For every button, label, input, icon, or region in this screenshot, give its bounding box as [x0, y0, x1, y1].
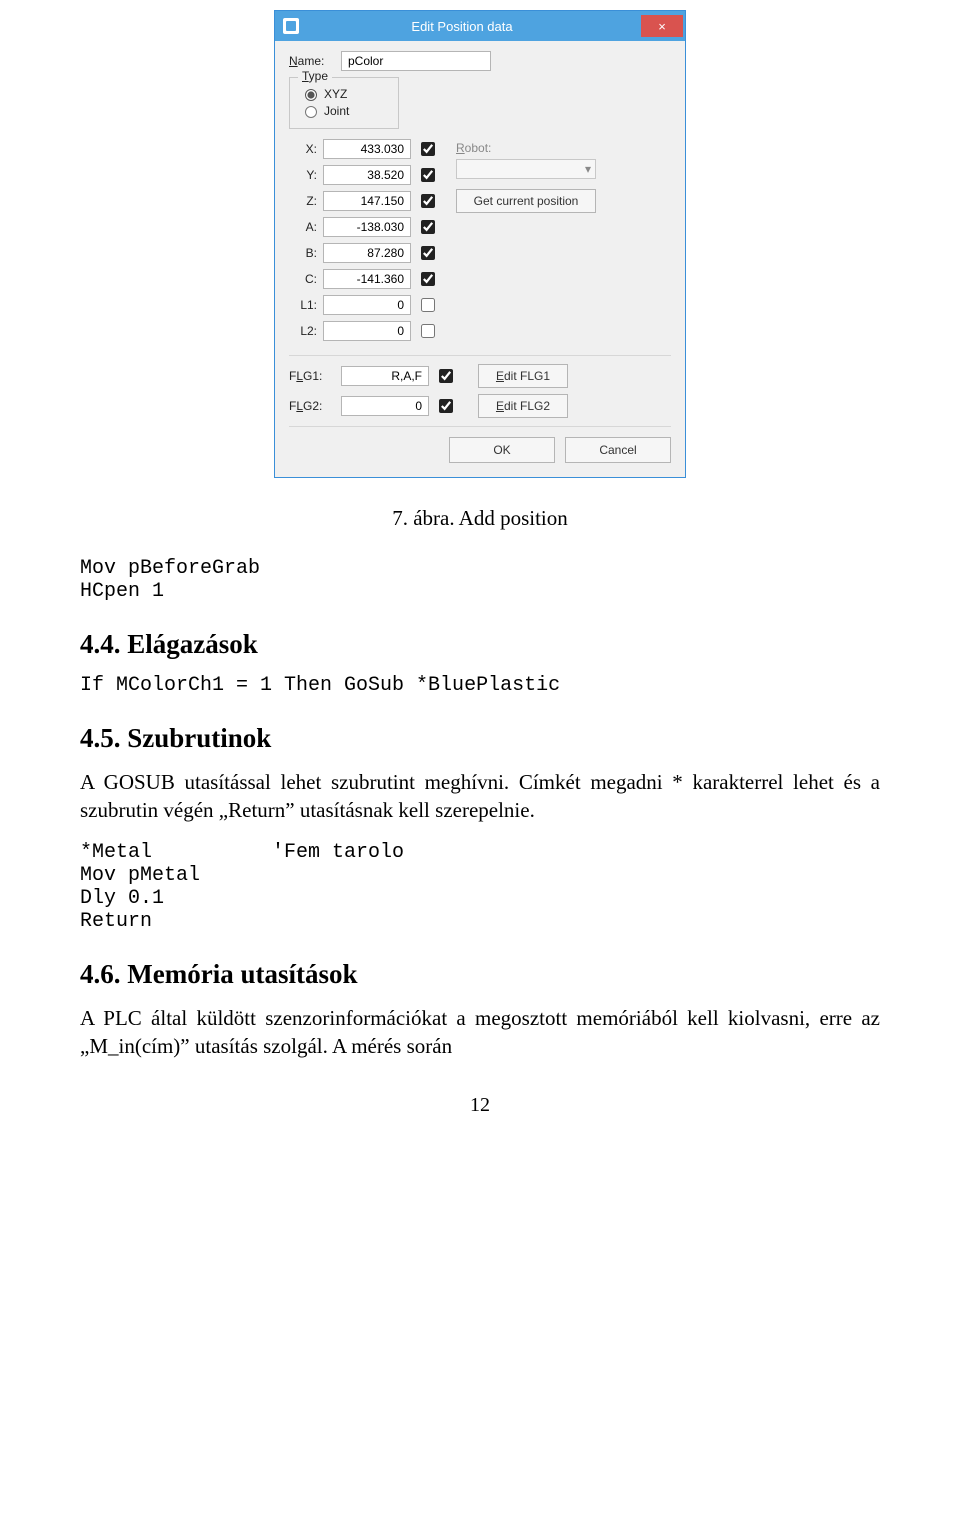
- edit-flg1-button[interactable]: Edit FLG1: [478, 364, 568, 388]
- coord-row: Y:: [289, 165, 438, 185]
- cancel-button[interactable]: Cancel: [565, 437, 671, 463]
- coord-row: L1:: [289, 295, 438, 315]
- cancel-label: Cancel: [599, 443, 636, 457]
- coord-label: Y:: [289, 168, 317, 182]
- paragraph-4-5: A GOSUB utasítással lehet szubrutint meg…: [80, 768, 880, 825]
- radio-xyz-input[interactable]: [305, 89, 317, 101]
- figure-caption: 7. ábra. Add position: [80, 506, 880, 531]
- coord-input[interactable]: [323, 139, 411, 159]
- section-4-5-heading: 4.5. Szubrutinok: [80, 723, 880, 754]
- paragraph-4-6: A PLC által küldött szenzorinformációkat…: [80, 1004, 880, 1061]
- flg1-field[interactable]: [341, 366, 429, 386]
- coord-checkbox[interactable]: [421, 324, 435, 338]
- flg1-checkbox[interactable]: [439, 369, 453, 383]
- coord-label: X:: [289, 142, 317, 156]
- robot-label: Robot:: [456, 141, 491, 155]
- coord-input[interactable]: [323, 321, 411, 341]
- get-current-position-button[interactable]: Get current position: [456, 189, 596, 213]
- coord-label: A:: [289, 220, 317, 234]
- code-block-1: Mov pBeforeGrab HCpen 1: [80, 557, 880, 603]
- chevron-down-icon: ▾: [585, 162, 591, 176]
- flg1-label: FLG1:: [289, 369, 335, 383]
- robot-select[interactable]: ▾: [456, 159, 596, 179]
- coord-checkbox[interactable]: [421, 220, 435, 234]
- coord-checkbox[interactable]: [421, 168, 435, 182]
- coord-label: L1:: [289, 298, 317, 312]
- coord-row: X:: [289, 139, 438, 159]
- close-button[interactable]: ×: [641, 15, 683, 37]
- close-icon: ×: [658, 19, 666, 34]
- coord-checkbox[interactable]: [421, 194, 435, 208]
- dialog-screenshot: Edit Position data × Name: Type XYZ: [80, 10, 880, 478]
- coord-label: C:: [289, 272, 317, 286]
- type-group: Type XYZ Joint: [289, 77, 399, 129]
- edit-position-dialog: Edit Position data × Name: Type XYZ: [274, 10, 686, 478]
- flg2-checkbox[interactable]: [439, 399, 453, 413]
- code-block-3: *Metal 'Fem tarolo Mov pMetal Dly 0.1 Re…: [80, 841, 880, 933]
- type-group-label: Type: [298, 69, 332, 83]
- section-4-6-heading: 4.6. Memória utasítások: [80, 959, 880, 990]
- section-4-4-heading: 4.4. Elágazások: [80, 629, 880, 660]
- coord-checkbox[interactable]: [421, 246, 435, 260]
- name-field[interactable]: [341, 51, 491, 71]
- coord-input[interactable]: [323, 191, 411, 211]
- coord-label: Z:: [289, 194, 317, 208]
- radio-xyz[interactable]: XYZ: [300, 86, 388, 101]
- coord-checkbox[interactable]: [421, 298, 435, 312]
- ok-label: OK: [493, 443, 510, 457]
- radio-joint-label: Joint: [324, 104, 349, 118]
- coord-row: B:: [289, 243, 438, 263]
- radio-joint[interactable]: Joint: [300, 103, 388, 118]
- radio-xyz-label: XYZ: [324, 87, 347, 101]
- coord-input[interactable]: [323, 295, 411, 315]
- coord-label: B:: [289, 246, 317, 260]
- edit-flg2-button[interactable]: Edit FLG2: [478, 394, 568, 418]
- page-number: 12: [80, 1094, 880, 1117]
- window-icon: [283, 18, 299, 34]
- name-label: Name:: [289, 54, 335, 68]
- separator2: [289, 426, 671, 427]
- coord-label: L2:: [289, 324, 317, 338]
- code-block-2: If MColorCh1 = 1 Then GoSub *BluePlastic: [80, 674, 880, 697]
- coord-row: A:: [289, 217, 438, 237]
- get-current-position-label: Get current position: [474, 194, 579, 208]
- coord-input[interactable]: [323, 243, 411, 263]
- coord-checkbox[interactable]: [421, 142, 435, 156]
- coord-row: C:: [289, 269, 438, 289]
- separator: [289, 355, 671, 356]
- window-title: Edit Position data: [283, 19, 641, 34]
- flg2-field[interactable]: [341, 396, 429, 416]
- coord-input[interactable]: [323, 269, 411, 289]
- ok-button[interactable]: OK: [449, 437, 555, 463]
- coord-input[interactable]: [323, 165, 411, 185]
- coord-list: X: Y: Z: A: B: C: L1: L2:: [289, 139, 438, 347]
- coord-input[interactable]: [323, 217, 411, 237]
- coord-row: L2:: [289, 321, 438, 341]
- radio-joint-input[interactable]: [305, 106, 317, 118]
- edit-flg1-label: Edit FLG1: [496, 369, 550, 383]
- coord-checkbox[interactable]: [421, 272, 435, 286]
- flg2-label: FLG2:: [289, 399, 335, 413]
- edit-flg2-label: Edit FLG2: [496, 399, 550, 413]
- titlebar[interactable]: Edit Position data ×: [275, 11, 685, 41]
- coord-row: Z:: [289, 191, 438, 211]
